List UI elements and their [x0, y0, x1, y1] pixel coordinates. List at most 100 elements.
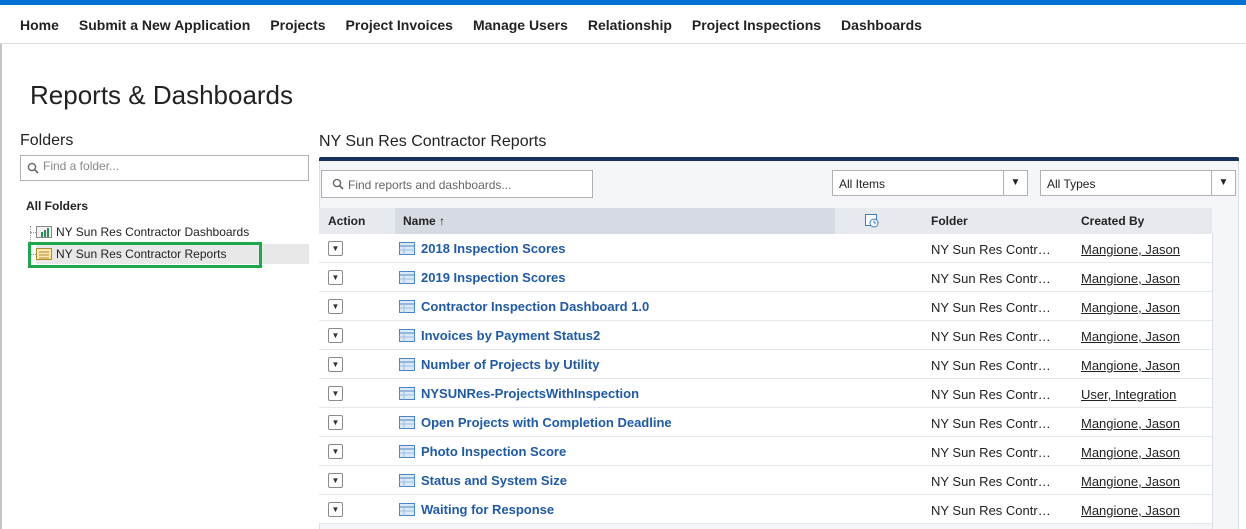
reports-search-input[interactable]: Find reports and dashboards...: [321, 170, 593, 198]
row-menu-button[interactable]: ▼: [328, 299, 343, 314]
created-by-link[interactable]: Mangione, Jason: [1081, 329, 1180, 344]
items-filter-value: All Items: [839, 177, 886, 191]
table-body: ▼ 2018 Inspection Scores NY Sun Res Contr……: [319, 234, 1212, 524]
row-menu-button[interactable]: ▼: [328, 473, 343, 488]
folder-search-placeholder: Find a folder...: [43, 159, 120, 173]
row-menu-button[interactable]: ▼: [328, 386, 343, 401]
report-link[interactable]: 2019 Inspection Scores: [399, 270, 566, 285]
chevron-down-icon: ▼: [1003, 171, 1027, 195]
report-name: Waiting for Response: [421, 502, 555, 517]
report-name: Invoices by Payment Status2: [421, 328, 601, 343]
table-row: ▼ Open Projects with Completion Deadline N…: [319, 408, 1212, 437]
report-folder: NY Sun Res Contr…: [931, 329, 1051, 344]
table-row: ▼ Invoices by Payment Status2 NY Sun Res C…: [319, 321, 1212, 350]
nav-home[interactable]: Home: [20, 17, 59, 33]
report-name: Contractor Inspection Dashboard 1.0: [421, 299, 650, 314]
report-name: NYSUNRes-ProjectsWithInspection: [421, 386, 640, 401]
table-row: ▼ NYSUNRes-ProjectsWithInspection NY Sun R…: [319, 379, 1212, 408]
report-link[interactable]: Open Projects with Completion Deadline: [399, 415, 672, 430]
report-link[interactable]: Invoices by Payment Status2: [399, 328, 600, 343]
report-icon: [399, 503, 415, 516]
table-header: Action Name ↑ Folder Created By: [319, 208, 1212, 234]
nav-project-invoices[interactable]: Project Invoices: [346, 17, 453, 33]
created-by-link[interactable]: Mangione, Jason: [1081, 300, 1180, 315]
col-action: Action: [328, 214, 366, 228]
folder-label: NY Sun Res Contractor Dashboards: [56, 225, 250, 239]
created-by-link[interactable]: Mangione, Jason: [1081, 358, 1180, 373]
col-folder[interactable]: Folder: [931, 214, 968, 228]
report-link[interactable]: Waiting for Response: [399, 502, 554, 517]
nav-projects[interactable]: Projects: [270, 17, 325, 33]
created-by-link[interactable]: Mangione, Jason: [1081, 416, 1180, 431]
nav-submit-application[interactable]: Submit a New Application: [79, 17, 250, 33]
row-menu-button[interactable]: ▼: [328, 415, 343, 430]
report-folder: NY Sun Res Contr…: [931, 300, 1051, 315]
report-link[interactable]: Number of Projects by Utility: [399, 357, 599, 372]
report-link[interactable]: Status and System Size: [399, 473, 567, 488]
nav-relationship[interactable]: Relationship: [588, 17, 672, 33]
created-by-link[interactable]: Mangione, Jason: [1081, 445, 1180, 460]
created-by-link[interactable]: User, Integration: [1081, 387, 1176, 402]
report-icon: [399, 271, 415, 284]
search-icon: [27, 162, 39, 174]
report-folder: NY Sun Res Contr…: [931, 416, 1051, 431]
all-folders-label[interactable]: All Folders: [26, 199, 88, 213]
table-row: ▼ Waiting for Response NY Sun Res Contr… Ma…: [319, 495, 1212, 524]
report-folder: NY Sun Res Contr…: [931, 242, 1051, 257]
created-by-link[interactable]: Mangione, Jason: [1081, 474, 1180, 489]
folder-item-dashboards[interactable]: NY Sun Res Contractor Dashboards: [36, 222, 249, 242]
col-created-by[interactable]: Created By: [1081, 214, 1144, 228]
folder-search-input[interactable]: Find a folder...: [20, 155, 309, 181]
row-menu-button[interactable]: ▼: [328, 270, 343, 285]
folders-title: Folders: [20, 132, 74, 149]
report-name: Number of Projects by Utility: [421, 357, 600, 372]
report-folder: NY Sun Res Contr…: [931, 474, 1051, 489]
table-row: ▼ Photo Inspection Score NY Sun Res Contr……: [319, 437, 1212, 466]
nav-manage-users[interactable]: Manage Users: [473, 17, 568, 33]
report-icon: [399, 474, 415, 487]
report-icon: [399, 242, 415, 255]
report-link[interactable]: NYSUNRes-ProjectsWithInspection: [399, 386, 639, 401]
created-by-link[interactable]: Mangione, Jason: [1081, 503, 1180, 518]
dashboard-folder-icon: [36, 226, 52, 238]
row-menu-button[interactable]: ▼: [328, 241, 343, 256]
report-folder: NY Sun Res Contr…: [931, 387, 1051, 402]
created-by-link[interactable]: Mangione, Jason: [1081, 271, 1180, 286]
row-menu-button[interactable]: ▼: [328, 444, 343, 459]
reports-title: NY Sun Res Contractor Reports: [319, 133, 547, 150]
nav-dashboards[interactable]: Dashboards: [841, 17, 922, 33]
row-menu-button[interactable]: ▼: [328, 357, 343, 372]
report-icon: [399, 300, 415, 313]
search-icon: [332, 178, 344, 190]
report-name: Photo Inspection Score: [421, 444, 567, 459]
report-folder: NY Sun Res Contr…: [931, 271, 1051, 286]
report-icon: [399, 416, 415, 429]
col-name[interactable]: Name ↑: [403, 214, 445, 228]
chevron-down-icon: ▼: [1211, 171, 1235, 195]
nav-project-inspections[interactable]: Project Inspections: [692, 17, 821, 33]
table-row: ▼ Number of Projects by Utility NY Sun Res…: [319, 350, 1212, 379]
frame-border: [0, 44, 2, 529]
report-name: 2019 Inspection Scores: [421, 270, 566, 285]
report-folder: NY Sun Res Contr…: [931, 358, 1051, 373]
types-filter-select[interactable]: All Types ▼: [1040, 170, 1236, 196]
reports-table: Action Name ↑ Folder Created By ▼ 2018 In…: [319, 208, 1212, 524]
table-row: ▼ Status and System Size NY Sun Res Contr……: [319, 466, 1212, 495]
report-link[interactable]: Contractor Inspection Dashboard 1.0: [399, 299, 649, 314]
report-link[interactable]: 2018 Inspection Scores: [399, 241, 566, 256]
schedule-icon[interactable]: [865, 214, 879, 228]
row-menu-button[interactable]: ▼: [328, 328, 343, 343]
reports-search-placeholder: Find reports and dashboards...: [348, 178, 512, 192]
report-icon: [399, 358, 415, 371]
table-row: ▼ 2018 Inspection Scores NY Sun Res Contr……: [319, 234, 1212, 263]
types-filter-value: All Types: [1047, 177, 1096, 191]
col-name-label: Name: [403, 214, 436, 228]
table-right-border: [1212, 234, 1213, 529]
items-filter-select[interactable]: All Items ▼: [832, 170, 1028, 196]
created-by-link[interactable]: Mangione, Jason: [1081, 242, 1180, 257]
report-link[interactable]: Photo Inspection Score: [399, 444, 566, 459]
report-folder: NY Sun Res Contr…: [931, 445, 1051, 460]
nav-links: Home Submit a New Application Projects P…: [20, 17, 942, 33]
row-menu-button[interactable]: ▼: [328, 502, 343, 517]
report-name: Open Projects with Completion Deadline: [421, 415, 672, 430]
